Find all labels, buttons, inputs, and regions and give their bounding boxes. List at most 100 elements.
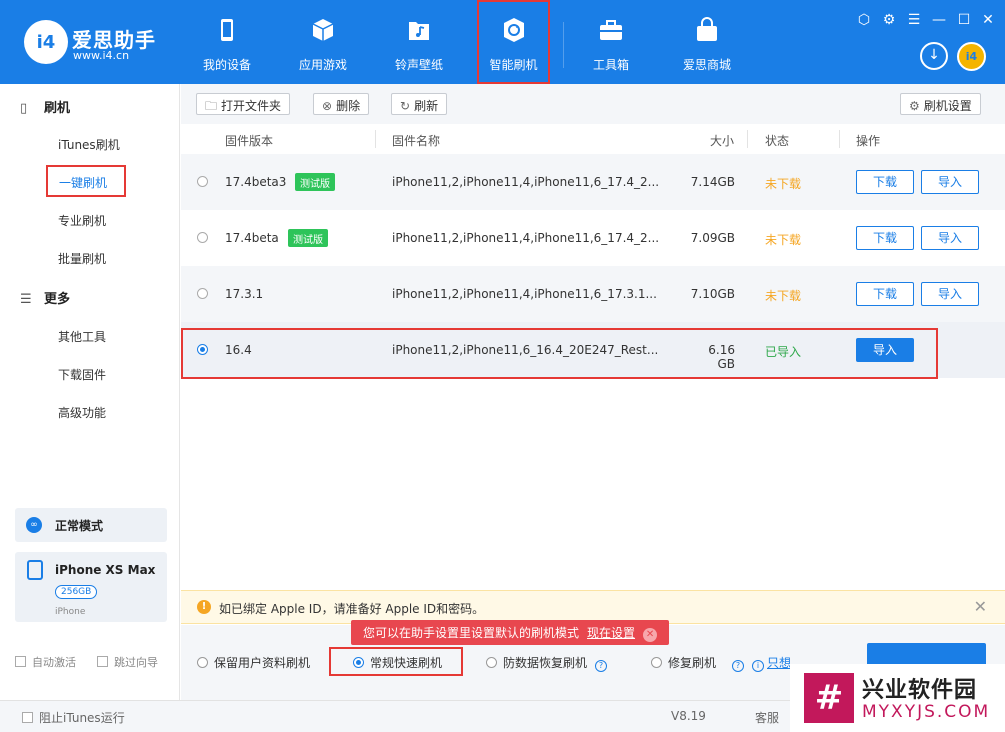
radio-button <box>197 657 208 668</box>
option-anti-recovery[interactable]: 防数据恢复刷机? <box>486 654 608 672</box>
table-row[interactable]: 17.4beta3 测试版 iPhone11,2,iPhone11,4,iPho… <box>181 154 1005 210</box>
delete-button[interactable]: ⊗ 删除 <box>313 93 370 115</box>
sidebar-item-advanced[interactable]: 高级功能 <box>58 404 106 421</box>
sidebar-item-other-tools[interactable]: 其他工具 <box>58 328 106 345</box>
download-button[interactable]: 下载 <box>856 170 914 194</box>
delete-icon: ⊗ <box>322 99 333 113</box>
list-icon: ☰ <box>20 292 32 307</box>
firmware-version: 17.3.1 <box>225 287 264 301</box>
table-row[interactable]: 17.4beta 测试版 iPhone11,2,iPhone11,4,iPhon… <box>181 210 1005 266</box>
import-button[interactable]: 导入 <box>921 170 979 194</box>
menu-icon[interactable]: ☰ <box>905 12 923 28</box>
music-folder-icon <box>409 22 429 40</box>
checkbox-box <box>22 712 33 723</box>
nav-toolbox[interactable]: 工具箱 <box>564 0 658 84</box>
customer-service-link[interactable]: 客服 <box>755 709 779 726</box>
beta-badge: 测试版 <box>295 173 335 191</box>
avatar[interactable]: i4 <box>957 42 986 71</box>
close-icon[interactable]: ✕ <box>974 597 987 616</box>
top-bar: i4 爱思助手 www.i4.cn 我的设备 应用游戏 铃声壁纸 智能刷机 工具… <box>0 0 1005 84</box>
logo-text: i4 <box>36 31 56 53</box>
toolbar: 🗀 打开文件夹 ⊗ 删除 ↻ 刷新 ⚙ 刷机设置 <box>181 84 1005 124</box>
option-label: 防数据恢复刷机 <box>503 656 588 670</box>
settings-icon[interactable]: ⚙ <box>880 12 898 28</box>
nav-smart-flash[interactable]: 智能刷机 <box>477 0 550 84</box>
import-button[interactable]: 导入 <box>921 282 979 306</box>
button-label: 打开文件夹 <box>221 99 282 113</box>
device-card[interactable]: iPhone XS Max 256GB iPhone <box>15 552 167 622</box>
nav-label: 爱思商城 <box>682 58 731 72</box>
nav-apps-games[interactable]: 应用游戏 <box>276 0 370 84</box>
close-icon[interactable]: ✕ <box>979 12 997 28</box>
nav-store[interactable]: 爱思商城 <box>660 0 754 84</box>
sidebar-item-download-firmware[interactable]: 下载固件 <box>58 366 106 383</box>
sidebar-section-label: 更多 <box>44 292 71 307</box>
flash-settings-button[interactable]: ⚙ 刷机设置 <box>900 93 981 115</box>
button-label: 刷机设置 <box>923 99 972 113</box>
auto-activate-checkbox[interactable]: 自动激活 <box>15 654 76 670</box>
sidebar-item-one-click-flash[interactable]: 一键刷机 <box>46 165 126 197</box>
sidebar-item-pro-flash[interactable]: 专业刷机 <box>58 212 106 229</box>
row-radio[interactable] <box>197 176 208 187</box>
maximize-icon[interactable]: ☐ <box>955 12 973 28</box>
sidebar-item-batch-flash[interactable]: 批量刷机 <box>58 250 106 267</box>
firmware-version: 17.4beta3 <box>225 175 287 189</box>
row-radio[interactable] <box>197 288 208 299</box>
watermark: # 兴业软件园 MYXYJS.COM <box>790 664 1005 732</box>
col-firmware-version: 固件版本 <box>225 134 274 148</box>
sidebar-item-itunes-flash[interactable]: iTunes刷机 <box>58 136 120 153</box>
link-icon: ∞ <box>26 517 42 533</box>
table-header: 固件版本 固件名称 大小 状态 操作 <box>181 124 1005 154</box>
block-itunes-checkbox[interactable]: 阻止iTunes运行 <box>22 709 125 726</box>
beta-badge: 测试版 <box>288 229 328 247</box>
checkbox-box <box>15 656 26 667</box>
download-button[interactable]: 下载 <box>856 282 914 306</box>
sidebar-section-label: 刷机 <box>44 101 71 116</box>
table-row[interactable]: 17.3.1 iPhone11,2,iPhone11,4,iPhone11,6_… <box>181 266 1005 322</box>
col-size: 大小 <box>710 134 735 148</box>
col-actions: 操作 <box>856 134 881 148</box>
nav-ringtones-wallpapers[interactable]: 铃声壁纸 <box>372 0 466 84</box>
checkbox-label: 自动激活 <box>32 656 76 669</box>
minimize-icon[interactable]: — <box>930 12 948 28</box>
skin-icon[interactable]: ⬡ <box>855 12 873 28</box>
skip-guide-checkbox[interactable]: 跳过向导 <box>97 654 158 670</box>
extra-link[interactable]: 只想 <box>767 656 791 670</box>
firmware-size: 7.09GB <box>690 231 735 245</box>
nav-my-device[interactable]: 我的设备 <box>180 0 274 84</box>
set-now-link[interactable]: 现在设置 <box>587 626 635 640</box>
nav-label: 智能刷机 <box>489 58 538 72</box>
refresh-button[interactable]: ↻ 刷新 <box>391 93 448 115</box>
option-keep-data[interactable]: 保留用户资料刷机 <box>197 654 310 671</box>
firmware-size: 7.14GB <box>690 175 735 189</box>
close-icon[interactable]: ✕ <box>643 628 658 642</box>
download-icon[interactable]: ↓ <box>920 42 948 70</box>
col-divider <box>375 130 376 148</box>
option-repair[interactable]: 修复刷机 <box>651 654 716 671</box>
button-label: 删除 <box>336 99 361 113</box>
firmware-status: 未下载 <box>765 177 802 191</box>
download-button[interactable]: 下载 <box>856 226 914 250</box>
iphone-icon <box>27 560 43 580</box>
help-icon[interactable]: ? <box>595 660 608 672</box>
col-divider <box>747 130 748 148</box>
brand-url: www.i4.cn <box>73 49 130 62</box>
option-label: 修复刷机 <box>668 656 717 670</box>
col-divider <box>839 130 840 148</box>
tooltip-text: 您可以在助手设置里设置默认的刷机模式 <box>363 626 580 640</box>
shopping-bag-icon <box>697 17 717 41</box>
sidebar-section-flash: ▯ 刷机 <box>20 97 70 116</box>
firmware-name: iPhone11,2,iPhone11,4,iPhone11,6_17.4_2.… <box>392 175 660 189</box>
toolbox-icon <box>600 20 622 40</box>
help-link[interactable]: ? i 只想 <box>732 654 791 672</box>
nav-label: 铃声壁纸 <box>394 58 443 72</box>
nav-label: 我的设备 <box>202 58 251 72</box>
open-folder-button[interactable]: 🗀 打开文件夹 <box>196 93 291 115</box>
help-icon[interactable]: ? <box>732 660 744 672</box>
row-radio[interactable] <box>197 232 208 243</box>
nav-label: 应用游戏 <box>298 58 347 72</box>
radio-button <box>486 657 497 668</box>
cube-icon <box>312 19 334 41</box>
import-button[interactable]: 导入 <box>921 226 979 250</box>
watermark-logo-icon: # <box>804 673 854 723</box>
